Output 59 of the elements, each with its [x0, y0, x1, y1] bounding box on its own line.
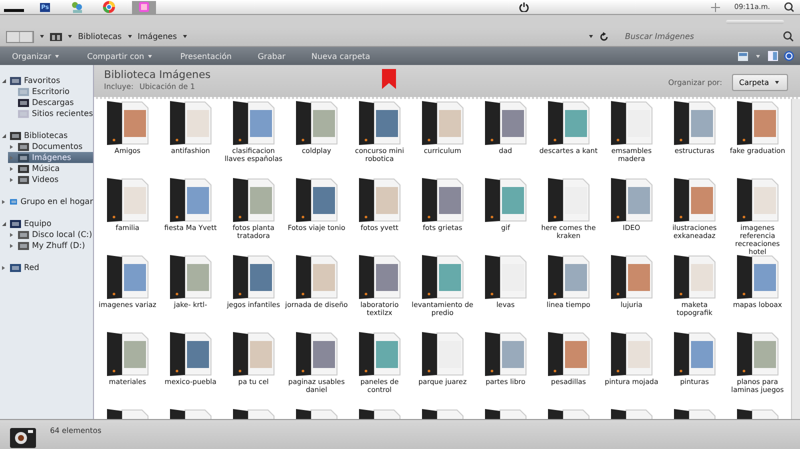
view-icon[interactable]: [738, 52, 748, 60]
sidebar-item[interactable]: Escritorio: [8, 86, 93, 97]
caret-icon: [148, 54, 152, 58]
breadcrumb-link[interactable]: Imágenes: [138, 32, 177, 41]
search-icon[interactable]: [784, 2, 794, 12]
power-icon[interactable]: [518, 2, 529, 12]
library-title: Biblioteca Imágenes: [104, 69, 212, 81]
expand-arrow-icon[interactable]: [2, 222, 6, 226]
sidebar-item[interactable]: Documentos: [8, 141, 93, 152]
sidebar-item[interactable]: Disco local (C:): [8, 229, 93, 240]
help-icon[interactable]: [784, 51, 794, 61]
search-field[interactable]: Buscar Imágenes: [621, 32, 779, 41]
sidebar-item[interactable]: Sitios recientes: [8, 108, 93, 119]
navigation-buttons[interactable]: [6, 30, 34, 42]
sidebar-item[interactable]: Videos: [8, 174, 93, 185]
expand-arrow-icon[interactable]: [2, 266, 5, 270]
toolbar-button[interactable]: Grabar: [252, 50, 292, 62]
caret-icon: [756, 54, 760, 58]
people-icon: [71, 1, 83, 13]
expand-arrow-icon[interactable]: [2, 200, 5, 204]
expand-arrow-icon[interactable]: [10, 232, 13, 236]
sidebar-item[interactable]: My Zhuff (D:): [8, 240, 93, 251]
expand-arrow-icon[interactable]: [10, 178, 13, 182]
browser-icon: [103, 1, 115, 13]
toolbar-button[interactable]: Presentación: [174, 50, 238, 62]
caret-icon: [68, 35, 72, 38]
expand-arrow-icon[interactable]: [2, 78, 6, 82]
bookmark-icon: [382, 69, 396, 89]
sidebar-item[interactable]: Música: [8, 163, 93, 174]
caret-icon: [589, 35, 593, 38]
expand-arrow-icon[interactable]: [10, 244, 13, 248]
breadcrumb-link[interactable]: Bibliotecas: [78, 32, 122, 41]
caret-icon: [40, 35, 44, 38]
sidebar-item[interactable]: Equipo: [0, 218, 93, 229]
caret-icon: [775, 81, 779, 84]
toolbar-button[interactable]: Nueva carpeta: [305, 50, 376, 62]
sidebar-item[interactable]: Imágenes: [8, 152, 93, 163]
sidebar-item[interactable]: Grupo en el hogar: [0, 196, 93, 207]
pictures-icon: [138, 1, 150, 13]
crosshair-icon[interactable]: [711, 2, 720, 12]
caret-icon: [182, 35, 187, 38]
sidebar-item[interactable]: Red: [0, 262, 93, 273]
expand-arrow-icon[interactable]: [2, 134, 6, 138]
refresh-icon[interactable]: [599, 32, 609, 42]
scrollbar[interactable]: [791, 99, 800, 419]
sidebar-item[interactable]: Bibliotecas: [0, 130, 93, 141]
taskbar-button[interactable]: [100, 0, 118, 14]
caret-icon: [128, 35, 132, 38]
camera-folder-icon: [10, 426, 36, 448]
expand-arrow-icon[interactable]: [10, 144, 13, 148]
sidebar-item[interactable]: Favoritos: [0, 75, 93, 86]
taskbar-button[interactable]: [132, 0, 156, 14]
caret-icon: [55, 54, 60, 58]
toolbar-button[interactable]: Compartir con: [81, 50, 160, 62]
toolbar-button[interactable]: Organizar: [6, 50, 68, 62]
preview-pane-icon[interactable]: [768, 51, 778, 61]
search-icon[interactable]: [783, 31, 794, 42]
expand-arrow-icon[interactable]: [10, 166, 13, 170]
sidebar-item[interactable]: Descargas: [8, 97, 93, 108]
